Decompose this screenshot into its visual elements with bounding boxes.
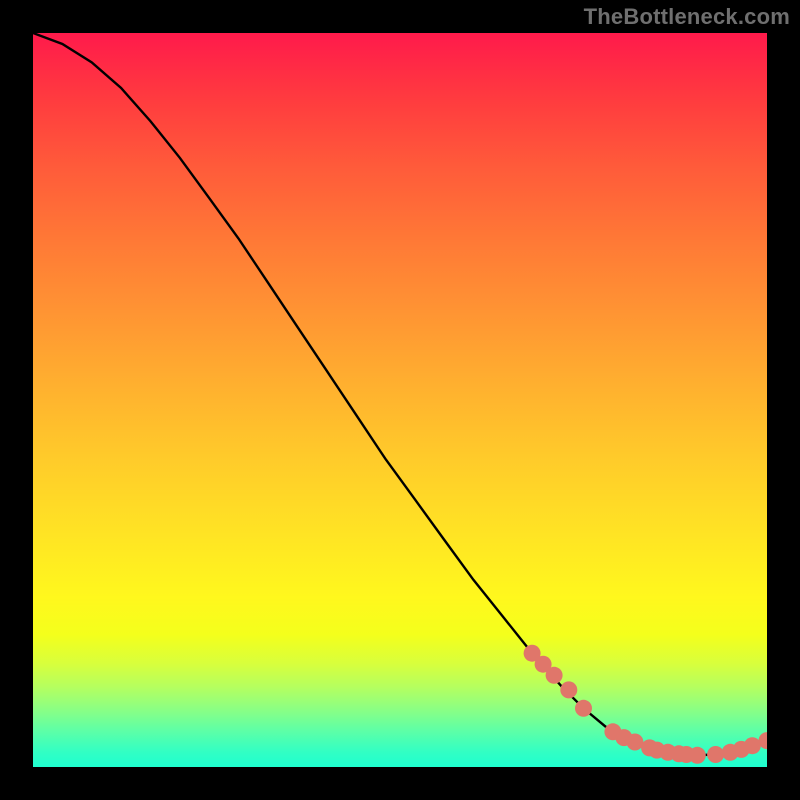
marker-dot — [733, 741, 750, 758]
marker-group — [524, 645, 767, 764]
marker-dot — [575, 700, 592, 717]
watermark-text: TheBottleneck.com — [584, 4, 790, 30]
marker-dot — [707, 746, 724, 763]
marker-dot — [546, 667, 563, 684]
marker-dot — [722, 744, 739, 761]
chart-stage: TheBottleneck.com — [0, 0, 800, 800]
marker-dot — [744, 737, 761, 754]
marker-dot — [689, 747, 706, 764]
marker-dot — [560, 681, 577, 698]
marker-dot — [641, 739, 658, 756]
marker-dot — [670, 745, 687, 762]
marker-dot — [659, 744, 676, 761]
marker-dot — [524, 645, 541, 662]
marker-dot — [759, 732, 768, 749]
marker-dot — [535, 656, 552, 673]
plot-area — [33, 33, 767, 767]
bottleneck-curve — [33, 33, 767, 755]
marker-dot — [678, 746, 695, 763]
marker-dot — [648, 742, 665, 759]
marker-dot — [626, 734, 643, 751]
marker-dot — [615, 729, 632, 746]
curve-layer — [33, 33, 767, 767]
marker-dot — [604, 723, 621, 740]
